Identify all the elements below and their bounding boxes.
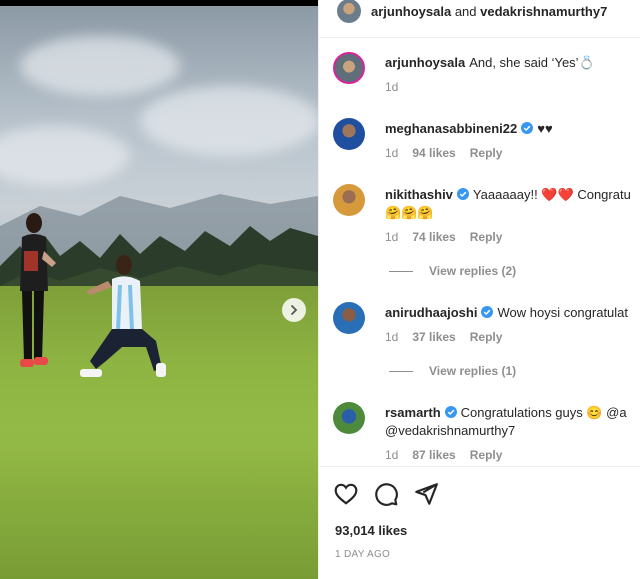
comment-likes[interactable]: 37 likes: [412, 330, 455, 344]
caption-username[interactable]: arjunhoysala: [385, 55, 465, 70]
like-button[interactable]: [333, 481, 359, 507]
comment-time: 1d: [385, 448, 399, 462]
photo-scene: [0, 6, 318, 579]
comment-time: 1d: [385, 230, 399, 244]
verified-icon: [481, 306, 494, 318]
comment-text: Yaaaaaay!! ❤️❤️ Congratu: [472, 187, 631, 202]
comment-button[interactable]: [373, 481, 399, 507]
post-photo: [0, 0, 318, 579]
heart-icon: [334, 483, 358, 505]
comments-list: arjunhoysala And, she said ‘Yes’💍 1d megh…: [319, 38, 640, 466]
next-image-button[interactable]: [282, 298, 306, 322]
reply-button[interactable]: Reply: [470, 230, 503, 244]
comment-text: Wow hoysi congratulat: [497, 305, 629, 320]
comment-icon: [375, 483, 398, 506]
post-header: arjunhoysala and vedakrishnamurthy7: [319, 0, 640, 38]
man-figure: [80, 255, 166, 377]
comment-username[interactable]: rsamarth: [385, 405, 441, 420]
avatar[interactable]: [333, 184, 365, 216]
post-date: 1 DAY AGO: [335, 549, 391, 560]
comment-text: Congratulations guys 😊 @a: [460, 405, 627, 420]
post-details-panel: arjunhoysala and vedakrishnamurthy7 arju…: [318, 0, 640, 579]
avatar[interactable]: [333, 302, 365, 334]
view-replies-label: View replies (2): [429, 264, 517, 278]
author-joiner: and: [454, 4, 477, 19]
comment-time: 1d: [385, 330, 399, 344]
comment-username[interactable]: nikithashiv: [385, 187, 453, 202]
view-replies-button[interactable]: View replies (2): [389, 264, 516, 278]
reply-button[interactable]: Reply: [470, 448, 503, 462]
reply-button[interactable]: Reply: [470, 330, 503, 344]
avatar[interactable]: [333, 52, 365, 84]
view-replies-button[interactable]: View replies (1): [389, 364, 516, 378]
post-actions: 93,014 likes 1 DAY AGO: [319, 466, 640, 579]
author-username[interactable]: arjunhoysala: [371, 4, 451, 19]
view-replies-label: View replies (1): [429, 364, 517, 378]
post-likes-count[interactable]: 93,014 likes: [335, 523, 407, 538]
comment-username[interactable]: meghanasabbineni22: [385, 121, 517, 136]
comment-likes[interactable]: 74 likes: [412, 230, 455, 244]
chevron-right-icon: [291, 305, 298, 315]
share-button[interactable]: [413, 481, 439, 507]
comment-likes[interactable]: 87 likes: [412, 448, 455, 462]
mention-link[interactable]: @vedakrishnamurthy7: [385, 423, 515, 438]
verified-icon: [444, 406, 457, 418]
avatar[interactable]: [333, 118, 365, 150]
avatar[interactable]: [333, 402, 365, 434]
verified-icon: [521, 122, 534, 134]
comment-username[interactable]: anirudhaajoshi: [385, 305, 477, 320]
comment-text: ♥♥: [537, 121, 553, 136]
reply-button[interactable]: Reply: [470, 146, 503, 160]
woman-figure: [20, 213, 56, 367]
comment-time: 1d: [385, 146, 399, 160]
post-authors: arjunhoysala and vedakrishnamurthy7: [371, 4, 607, 19]
verified-icon: [456, 188, 469, 200]
coauthor-username[interactable]: vedakrishnamurthy7: [480, 4, 607, 19]
caption-text: And, she said ‘Yes’💍: [469, 55, 595, 70]
action-icons: [333, 481, 439, 507]
author-avatar[interactable]: [337, 0, 361, 23]
caption-time: 1d: [385, 80, 399, 94]
comment-text-line2: 🤗🤗🤗: [385, 205, 434, 220]
share-icon: [415, 483, 438, 505]
comment-likes[interactable]: 94 likes: [412, 146, 455, 160]
